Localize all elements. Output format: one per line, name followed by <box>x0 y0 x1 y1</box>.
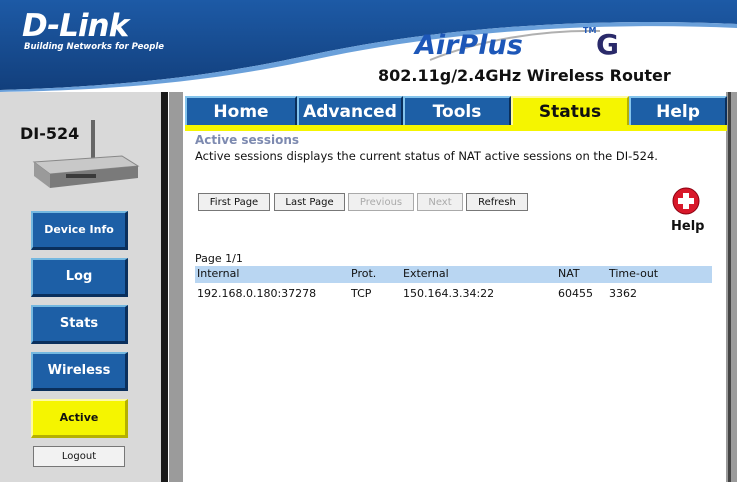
tab-help[interactable]: Help <box>629 96 727 125</box>
airplus-logo: AirPlus <box>415 30 523 61</box>
next-button[interactable]: Next <box>417 193 463 211</box>
header: D-Link Building Networks for People AirP… <box>0 0 737 92</box>
previous-button[interactable]: Previous <box>348 193 414 211</box>
dlink-logo: D-Link <box>22 8 129 44</box>
column-header-external: External <box>403 267 449 280</box>
table-cell-external: 150.164.3.34:22 <box>403 287 495 300</box>
sidebar-divider <box>161 92 168 482</box>
page-description: Active sessions displays the current sta… <box>195 149 658 163</box>
trademark-mark: TM <box>583 26 597 35</box>
tab-tools[interactable]: Tools <box>403 96 511 125</box>
help-plus-icon[interactable] <box>672 187 700 215</box>
right-frame-line <box>728 92 731 482</box>
column-header-nat: NAT <box>558 267 580 280</box>
sidebar-item-stats[interactable]: Stats <box>31 305 128 344</box>
sidebar-item-device-info[interactable]: Device Info <box>31 211 128 250</box>
column-header-protocol: Prot. <box>351 267 377 280</box>
first-page-button[interactable]: First Page <box>198 193 270 211</box>
page-indicator: Page 1/1 <box>195 252 243 265</box>
column-header-timeout: Time-out <box>609 267 659 280</box>
product-title: 802.11g/2.4GHz Wireless Router <box>378 66 671 85</box>
tab-advanced[interactable]: Advanced <box>297 96 403 125</box>
refresh-button[interactable]: Refresh <box>466 193 528 211</box>
model-label: DI-524 <box>20 124 80 143</box>
last-page-button[interactable]: Last Page <box>274 193 345 211</box>
column-header-internal: Internal <box>197 267 240 280</box>
page-title: Active sessions <box>195 133 299 147</box>
dlink-tagline: Building Networks for People <box>24 42 165 52</box>
tab-home[interactable]: Home <box>185 96 297 125</box>
table-cell-timeout: 3362 <box>609 287 637 300</box>
tab-status[interactable]: Status <box>511 96 629 125</box>
logout-button[interactable]: Logout <box>33 446 125 467</box>
airplus-g-logo: G <box>596 28 619 61</box>
table-cell-protocol: TCP <box>351 287 372 300</box>
table-cell-nat: 60455 <box>558 287 593 300</box>
main-content <box>185 131 726 482</box>
sidebar-item-log[interactable]: Log <box>31 258 128 297</box>
sidebar-item-active-sessions[interactable]: Active sessions <box>31 399 128 458</box>
sidebar-divider-shadow <box>169 92 183 482</box>
sidebar-item-wireless[interactable]: Wireless <box>31 352 128 391</box>
help-link[interactable]: Help <box>671 219 704 234</box>
table-cell-internal: 192.168.0.180:37278 <box>197 287 317 300</box>
